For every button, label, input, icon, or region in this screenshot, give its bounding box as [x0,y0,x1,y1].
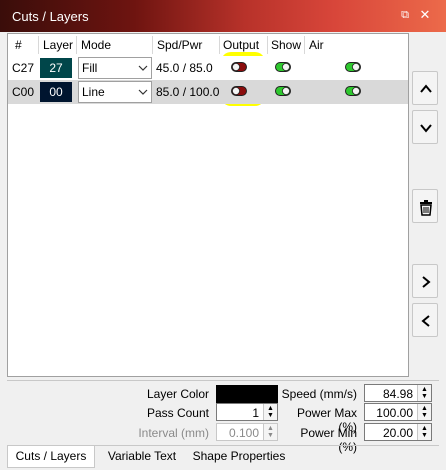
move-down-button[interactable] [412,110,438,144]
chevron-up-icon [420,84,432,93]
pass-count-label: Pass Count [146,406,209,420]
air-toggle-on-icon[interactable] [345,62,361,72]
expand-right-button[interactable] [412,264,438,298]
table-row[interactable]: C27 27 Fill 45.0 / 85.0 [8,56,408,80]
move-up-button[interactable] [412,71,438,105]
tab-shape-properties[interactable]: Shape Properties [189,446,289,466]
window-titlebar: Cuts / Layers ⧉ ✕ [0,0,446,32]
col-header-spd-pwr: Spd/Pwr [157,38,203,52]
output-toggle-off-icon[interactable] [231,62,247,72]
col-header-number: # [15,38,22,52]
chevron-down-icon [420,124,432,133]
close-icon[interactable]: ✕ [418,8,432,22]
speed-input[interactable]: 84.98 ▲ ▼ [364,384,432,402]
window-title: Cuts / Layers [12,9,89,24]
output-toggle-off-icon[interactable] [231,86,247,96]
col-header-air: Air [309,38,324,52]
layer-color-swatch[interactable] [216,385,278,403]
spinner-arrows-icon[interactable]: ▲ ▼ [417,385,431,401]
row-id: C00 [12,85,35,99]
air-toggle-on-icon[interactable] [345,86,361,96]
speed-label: Speed (mm/s) [281,387,357,401]
table-header: # Layer Mode Spd/Pwr Output Show Air [8,34,408,56]
spinner-arrows-icon[interactable]: ▲ ▼ [263,404,277,420]
layer-swatch[interactable]: 27 [40,58,72,78]
col-header-mode: Mode [81,38,112,52]
row-id: C27 [12,61,35,75]
layer-properties-panel: Layer Color Pass Count 1 ▲ ▼ Interval (mm… [7,380,439,454]
layer-color-label: Layer Color [146,387,209,401]
mode-dropdown[interactable]: Fill [78,57,152,79]
tab-variable-text[interactable]: Variable Text [99,446,185,466]
chevron-left-icon [421,315,430,327]
show-toggle-on-icon[interactable] [275,86,291,96]
interval-input: 0.100 ▲ ▼ [216,423,278,441]
pass-count-input[interactable]: 1 ▲ ▼ [216,403,278,421]
layer-swatch[interactable]: 00 [40,82,72,102]
table-row[interactable]: C00 00 Line 85.0 / 100.0 [8,80,408,104]
chevron-right-icon [422,276,431,288]
mode-value: Line [82,85,105,99]
spinner-arrows-icon: ▲ ▼ [263,424,277,440]
power-max-input[interactable]: 100.00 ▲ ▼ [364,403,432,421]
interval-label: Interval (mm) [138,426,209,440]
col-header-show: Show [271,38,302,52]
power-min-input[interactable]: 20.00 ▲ ▼ [364,423,432,441]
chevron-down-icon [138,89,148,95]
spinner-arrows-icon[interactable]: ▲ ▼ [417,404,431,420]
collapse-left-button[interactable] [412,303,438,337]
restore-icon[interactable]: ⧉ [398,8,412,22]
delete-button[interactable] [412,189,438,223]
bottom-tabs: Cuts / Layers Variable Text Shape Proper… [7,445,439,469]
chevron-down-icon [138,65,148,71]
mode-value: Fill [82,61,98,75]
tab-cuts-layers[interactable]: Cuts / Layers [7,446,95,468]
show-toggle-on-icon[interactable] [275,62,291,72]
trash-icon [420,200,432,216]
mode-dropdown[interactable]: Line [78,81,152,103]
spinner-arrows-icon[interactable]: ▲ ▼ [417,424,431,440]
layers-table: # Layer Mode Spd/Pwr Output Show Air C27… [7,33,409,377]
spd-pwr-value: 85.0 / 100.0 [156,85,220,99]
col-header-output: Output [223,38,260,52]
spd-pwr-value: 45.0 / 85.0 [156,61,213,75]
col-header-layer: Layer [43,38,74,52]
